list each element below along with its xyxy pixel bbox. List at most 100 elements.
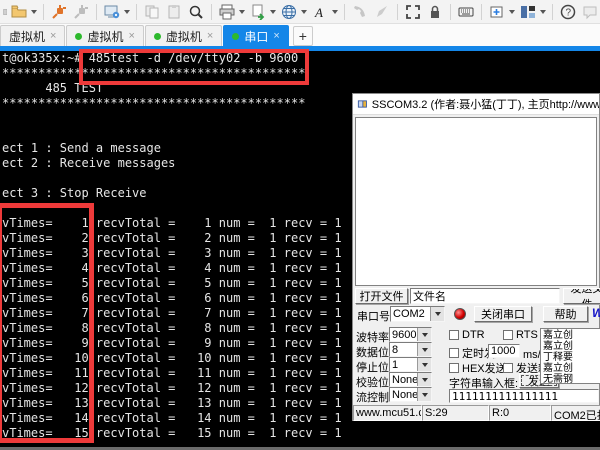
paste-icon bbox=[164, 2, 184, 22]
sscom-window: SSCOM3.2 (作者:聂小猛(丁丁), 主页http://www.mcu 打… bbox=[352, 93, 600, 421]
ad-panel: 嘉立创 嘉立创 丁释要 嘉立创 无需钢 bbox=[540, 328, 600, 384]
tab-vm-2[interactable]: 虚拟机 × bbox=[66, 25, 143, 46]
toolbar-separator bbox=[96, 4, 97, 20]
tab-close-icon[interactable]: × bbox=[207, 31, 213, 42]
data-bits-label: 数据位 bbox=[356, 344, 389, 360]
session-settings-icon[interactable] bbox=[102, 2, 122, 22]
rts-checkbox[interactable]: RTS bbox=[503, 329, 538, 341]
print-dropdown-caret[interactable] bbox=[239, 10, 245, 17]
pen-icon bbox=[372, 2, 392, 22]
hex-send-label: HEX发送 bbox=[462, 360, 507, 376]
data-bits-value: 8 bbox=[390, 344, 417, 356]
clipped-icon bbox=[0, 2, 7, 22]
transfer-dropdown-caret[interactable] bbox=[270, 10, 276, 17]
layout-dropdown-caret[interactable] bbox=[540, 10, 546, 17]
help-icon[interactable]: ? bbox=[558, 2, 578, 22]
help-button[interactable]: 帮助 bbox=[543, 306, 588, 322]
transfer-icon[interactable] bbox=[248, 2, 268, 22]
new-tab-button[interactable]: + bbox=[293, 26, 313, 46]
combo-arrow-icon[interactable] bbox=[417, 388, 431, 401]
copy-icon bbox=[142, 2, 162, 22]
new-window-dropdown-caret[interactable] bbox=[509, 10, 515, 17]
combo-arrow-icon[interactable] bbox=[417, 373, 431, 386]
tab-vm-1[interactable]: 虚拟机 × bbox=[0, 25, 65, 46]
baud-label: 波特率 bbox=[356, 329, 389, 345]
connected-dot-icon bbox=[154, 33, 161, 40]
tab-label: 虚拟机 bbox=[166, 28, 202, 45]
toolbar-separator bbox=[211, 4, 212, 20]
mcu51-link[interactable]: W bbox=[592, 306, 600, 320]
toolbar-separator bbox=[344, 4, 345, 20]
tab-close-icon[interactable]: × bbox=[50, 31, 56, 42]
flow-combo[interactable]: None bbox=[389, 387, 432, 402]
sscom-titlebar[interactable]: SSCOM3.2 (作者:聂小猛(丁丁), 主页http://www.mcu bbox=[353, 94, 599, 115]
ad-line: 嘉立创 bbox=[543, 363, 600, 374]
combo-arrow-icon[interactable] bbox=[417, 358, 431, 371]
send-file-button[interactable]: 发送文件 bbox=[563, 288, 600, 304]
layout-icon[interactable] bbox=[518, 2, 538, 22]
font-icon[interactable]: A bbox=[310, 2, 330, 22]
interval-input[interactable] bbox=[488, 344, 520, 358]
dtr-checkbox[interactable]: DTR bbox=[449, 329, 485, 341]
combo-arrow-icon[interactable] bbox=[417, 328, 431, 341]
tab-close-icon[interactable]: × bbox=[128, 31, 134, 42]
tab-vm-3[interactable]: 虚拟机 × bbox=[145, 25, 222, 46]
svg-text:?: ? bbox=[566, 7, 572, 18]
open-file-button[interactable]: 打开文件 bbox=[355, 288, 408, 304]
checkbox-icon[interactable] bbox=[449, 363, 459, 373]
toolbar-separator bbox=[481, 4, 482, 20]
checkbox-icon[interactable] bbox=[449, 348, 459, 358]
baud-combo[interactable]: 9600 bbox=[389, 327, 432, 342]
toolbar-separator bbox=[450, 4, 451, 20]
disconnect-icon bbox=[71, 2, 91, 22]
combo-arrow-icon[interactable] bbox=[417, 343, 431, 356]
stop-bits-combo[interactable]: 1 bbox=[389, 357, 432, 372]
file-name-input[interactable] bbox=[410, 288, 560, 304]
port-label: 串口号 bbox=[357, 308, 390, 324]
port-combo[interactable]: COM2 bbox=[390, 306, 445, 322]
folder-open-icon[interactable] bbox=[9, 2, 29, 22]
data-bits-combo[interactable]: 8 bbox=[389, 342, 432, 357]
ad-line: 丁释要 bbox=[543, 352, 600, 363]
status-sent-count: S:29 bbox=[422, 405, 489, 421]
fullscreen-icon[interactable] bbox=[403, 2, 423, 22]
main-toolbar: A ? bbox=[0, 0, 600, 24]
web-dropdown-caret[interactable] bbox=[301, 10, 307, 17]
settings-dropdown-caret[interactable] bbox=[124, 10, 130, 17]
print-icon[interactable] bbox=[217, 2, 237, 22]
screen: A ? 虚拟机 × 虚拟机 × 虚拟机 × bbox=[0, 0, 600, 450]
hex-send-checkbox[interactable]: HEX发送 bbox=[449, 360, 507, 376]
keyboard-icon[interactable] bbox=[456, 2, 476, 22]
web-icon[interactable] bbox=[279, 2, 299, 22]
find-icon[interactable] bbox=[186, 2, 206, 22]
toolbar-separator bbox=[397, 4, 398, 20]
checkbox-icon[interactable] bbox=[503, 363, 513, 373]
status-received-count: R:0 bbox=[489, 405, 551, 421]
toolbar-separator bbox=[136, 4, 137, 20]
baud-value: 9600 bbox=[390, 329, 417, 341]
new-window-icon[interactable] bbox=[487, 2, 507, 22]
parity-label: 校验位 bbox=[356, 374, 389, 390]
lock-icon[interactable] bbox=[425, 2, 445, 22]
checkbox-icon[interactable] bbox=[503, 330, 513, 340]
combo-arrow-icon[interactable] bbox=[430, 307, 444, 321]
tab-serial-active[interactable]: 串口 × bbox=[223, 25, 288, 46]
connect-icon[interactable] bbox=[49, 2, 69, 22]
tab-close-icon[interactable]: × bbox=[273, 31, 279, 42]
folder-dropdown-caret[interactable] bbox=[31, 10, 37, 17]
font-dropdown-caret[interactable] bbox=[332, 10, 338, 17]
send-string-input[interactable] bbox=[449, 389, 599, 403]
tab-label: 虚拟机 bbox=[9, 28, 45, 45]
stop-bits-value: 1 bbox=[390, 359, 417, 371]
sscom-window-title: SSCOM3.2 (作者:聂小猛(丁丁), 主页http://www.mcu bbox=[372, 96, 599, 112]
parity-combo[interactable]: None bbox=[389, 372, 432, 387]
close-port-button[interactable]: 关闭串口 bbox=[474, 306, 532, 322]
status-port-state: COM2已打 bbox=[551, 405, 600, 421]
receive-area[interactable] bbox=[355, 117, 597, 286]
ad-line: 无需钢 bbox=[543, 374, 600, 384]
status-site: www.mcu51.cor bbox=[353, 405, 422, 421]
parity-value: None bbox=[390, 374, 417, 386]
svg-text:A: A bbox=[314, 5, 323, 20]
toolbar-separator bbox=[43, 4, 44, 20]
checkbox-icon[interactable] bbox=[449, 330, 459, 340]
